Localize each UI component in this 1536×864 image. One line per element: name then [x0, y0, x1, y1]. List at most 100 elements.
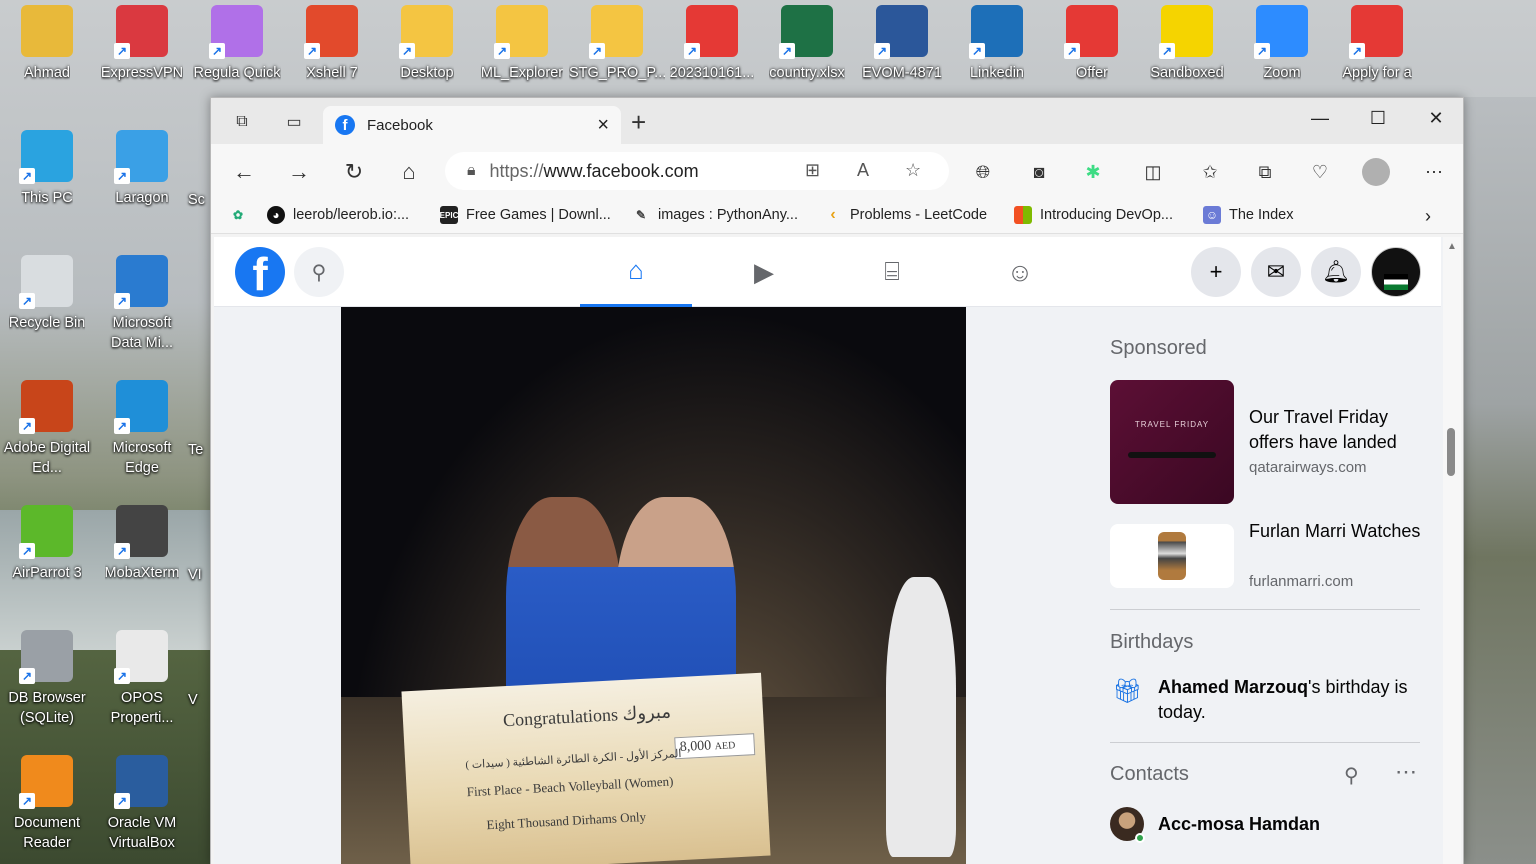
shortcut-arrow-icon: ↗	[19, 293, 35, 309]
desktop-icon-label: ML_Explorer	[480, 65, 564, 81]
desktop-icon[interactable]: ↗ OPOS Properti...	[97, 630, 187, 728]
marketplace-nav-icon[interactable]: ⌸	[836, 237, 948, 307]
address-bar[interactable]: 🔒︎ https://www.facebook.com ⊞ A ☆	[445, 152, 949, 190]
maximize-button[interactable]: ☐	[1349, 104, 1407, 132]
bookmark-the-index[interactable]: ☺ The Index	[1203, 206, 1294, 224]
chevron-right-icon[interactable]: ›	[1425, 206, 1431, 227]
bookmark-epic-games[interactable]: EPIC Free Games | Downl...	[440, 206, 611, 224]
shortcut-arrow-icon: ↗	[779, 43, 795, 59]
desktop-icon[interactable]: ↗ Apply for a	[1332, 5, 1422, 83]
desktop-icon[interactable]: ↗ Microsoft Data Mi...	[97, 255, 187, 353]
bookmark-leerob[interactable]: ◕ leerob/leerob.io:...	[267, 206, 409, 224]
desktop-app-icon: ↗	[19, 255, 73, 309]
leetcode-icon: ‹	[830, 206, 836, 223]
favorite-star-icon[interactable]: ☆	[905, 160, 921, 181]
desktop-icon[interactable]: ↗ ExpressVPN	[97, 5, 187, 83]
minimize-button[interactable]: —	[1291, 104, 1349, 132]
forward-button[interactable]: →	[282, 156, 316, 188]
facebook-logo-icon[interactable]: f	[235, 247, 285, 297]
tab-facebook[interactable]: f Facebook ×	[323, 106, 621, 144]
home-nav-icon[interactable]: ⌂	[580, 237, 692, 307]
desktop-icon[interactable]: ↗ EVOM-4871	[857, 5, 947, 83]
scrollbar-thumb[interactable]	[1447, 428, 1455, 476]
desktop-icon[interactable]: ↗ ML_Explorer	[477, 5, 567, 83]
bookmark-devops[interactable]: Introducing DevOp...	[1014, 206, 1173, 224]
desktop-icon[interactable]: ↗ Desktop	[382, 5, 472, 83]
desktop-icon[interactable]: ↗ Microsoft Edge	[97, 380, 187, 478]
favorites-icon[interactable]: ✩	[1196, 158, 1224, 186]
desktop-icon[interactable]: ↗ Regula Quick	[192, 5, 282, 83]
desktop-icon[interactable]: ↗ AirParrot 3	[2, 505, 92, 583]
ad-title-furlan[interactable]: Furlan Marri Watches	[1249, 519, 1429, 544]
bookmark-leetcode[interactable]: ‹ Problems - LeetCode	[824, 206, 987, 224]
desktop-icon[interactable]: Ahmad	[2, 5, 92, 83]
desktop-icon[interactable]: ↗ DB Browser (SQLite)	[2, 630, 92, 728]
notifications-bell-icon[interactable]: 🔔︎	[1311, 247, 1361, 297]
desktop-app-icon: ↗	[19, 505, 73, 559]
watch-icon	[1158, 532, 1186, 580]
read-aloud-icon[interactable]: A	[857, 160, 869, 181]
shortcut-arrow-icon: ↗	[494, 43, 510, 59]
contacts-search-icon[interactable]: ⚲	[1344, 763, 1359, 788]
new-tab-button[interactable]: +	[631, 109, 646, 135]
desktop-icon[interactable]: ↗ Xshell 7	[287, 5, 377, 83]
scroll-up-icon[interactable]: ▲	[1447, 241, 1457, 252]
tab-close-icon[interactable]: ×	[597, 114, 609, 137]
cheque-title: Congratulations مبروك	[502, 701, 672, 731]
birthday-text[interactable]: Ahamed Marzouq's birthday is today.	[1158, 675, 1428, 725]
home-button[interactable]: ⌂	[392, 156, 426, 188]
split-screen-icon[interactable]: ◫	[1139, 158, 1167, 186]
desktop-icon-label: EVOM-4871	[862, 65, 942, 81]
collections-icon[interactable]: ⧉	[1251, 158, 1279, 186]
desktop-icon[interactable]: ↗ Recycle Bin	[2, 255, 92, 333]
ad-image-furlan[interactable]	[1110, 524, 1234, 588]
profile-avatar-icon[interactable]	[1362, 158, 1390, 186]
desktop-icon[interactable]: ↗ Zoom	[1237, 5, 1327, 83]
desktop-icon[interactable]: ↗ MobaXterm	[97, 505, 187, 583]
desktop-app-icon: ↗	[114, 5, 168, 59]
more-menu-icon[interactable]: ⋯	[1420, 158, 1448, 186]
contact-name[interactable]: Acc-mosa Hamdan	[1158, 814, 1320, 835]
cheque-arabic-text: المركز الأول - الكرة الطائرة الشاطئية ( …	[465, 747, 682, 772]
desktop-icon[interactable]: ↗ 202310161...	[667, 5, 757, 83]
app-available-icon[interactable]: ⊞	[805, 160, 820, 181]
desktop-icon[interactable]: ↗ Document Reader	[2, 755, 92, 853]
desktop-app-icon: ↗	[304, 5, 358, 59]
video-nav-icon[interactable]: ▶	[708, 237, 820, 307]
create-plus-icon[interactable]: +	[1191, 247, 1241, 297]
browser-essentials-icon[interactable]: ♡	[1306, 158, 1334, 186]
edge-browser-window: ⧉ ▭ f Facebook × + — ☐ ✕ ← → ↻ ⌂ 🔒︎ http…	[210, 97, 1464, 864]
bookmark-pythonanywhere[interactable]: ✎ images : PythonAny...	[632, 206, 798, 224]
extension-tampermonkey-icon[interactable]: ◙	[1025, 158, 1053, 186]
desktop-icon[interactable]: ↗ Oracle VM VirtualBox	[97, 755, 187, 853]
ad-title-qatar[interactable]: Our Travel Friday offers have landed	[1249, 405, 1429, 455]
birthdays-heading: Birthdays	[1110, 631, 1194, 653]
lock-icon[interactable]: 🔒︎	[467, 162, 476, 180]
messenger-icon[interactable]: ✉	[1251, 247, 1301, 297]
desktop-icon[interactable]: ↗ Sandboxed	[1142, 5, 1232, 83]
ad-image-qatar[interactable]: TRAVEL FRIDAY	[1110, 380, 1234, 504]
favorites-bar-leading-icon[interactable]: ✿	[229, 206, 255, 224]
search-icon[interactable]: ⚲	[294, 247, 344, 297]
desktop-icon[interactable]: ↗ Laragon	[97, 130, 187, 208]
refresh-button[interactable]: ↻	[337, 156, 371, 188]
workspaces-icon[interactable]: ⧉	[225, 108, 259, 136]
contacts-more-icon[interactable]: ⋯	[1395, 759, 1417, 785]
extension-globe-icon[interactable]: 🌐︎	[969, 158, 997, 186]
desktop-icon[interactable]: ↗ Linkedin	[952, 5, 1042, 83]
close-window-button[interactable]: ✕	[1407, 104, 1465, 132]
desktop-icon-label: country.xlsx	[769, 65, 845, 81]
desktop-icon-label: V	[188, 692, 198, 708]
post-photo[interactable]: Congratulations مبروك 8,000 AED المركز ا…	[341, 307, 966, 864]
desktop-icon[interactable]: ↗ country.xlsx	[762, 5, 852, 83]
desktop-icon[interactable]: ↗ STG_PRO_P...	[569, 5, 665, 83]
back-button[interactable]: ←	[227, 156, 261, 188]
profile-avatar[interactable]	[1371, 247, 1421, 297]
desktop-icon[interactable]: ↗ This PC	[2, 130, 92, 208]
desktop-icon[interactable]: ↗ Adobe Digital Ed...	[2, 380, 92, 478]
groups-nav-icon[interactable]: ☺	[964, 237, 1076, 307]
page-scrollbar[interactable]: ▲	[1443, 237, 1461, 864]
extension-android-icon[interactable]: ✱	[1079, 158, 1107, 186]
desktop-icon[interactable]: ↗ Offer	[1047, 5, 1137, 83]
vertical-tabs-icon[interactable]: ▭	[277, 108, 311, 136]
